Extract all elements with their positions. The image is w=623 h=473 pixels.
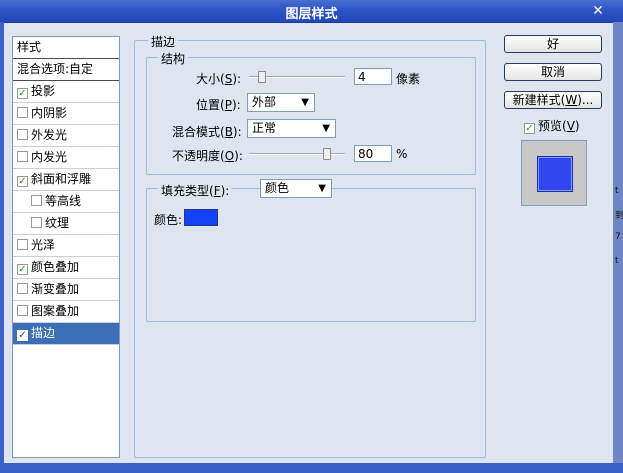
preview-label: 预览(V) xyxy=(538,119,580,133)
structure-group-title: 结构 xyxy=(158,50,189,67)
style-item[interactable]: ✓ 斜面和浮雕 xyxy=(13,169,119,191)
style-item-label: 内阴影 xyxy=(31,106,68,120)
color-label: 颜色: xyxy=(154,213,183,227)
preview-swatch xyxy=(538,157,572,191)
background-text: t xyxy=(615,256,619,266)
chevron-down-icon: ▼ xyxy=(322,123,330,134)
preview-check-icon: ✓ xyxy=(524,123,535,134)
style-item[interactable]: 纹理 xyxy=(13,213,119,235)
style-item-label: 斜面和浮雕 xyxy=(31,172,92,186)
size-slider-thumb[interactable] xyxy=(258,71,266,83)
title-bar: 图层样式 ✕ xyxy=(0,0,623,23)
style-item[interactable]: 等高线 xyxy=(13,191,119,213)
checkbox-icon[interactable] xyxy=(31,195,42,206)
blend-mode-label: 混合模式(B): xyxy=(172,125,242,139)
style-item-label: 外发光 xyxy=(31,128,68,142)
checkbox-checked-icon[interactable]: ✓ xyxy=(17,330,28,341)
style-item[interactable]: 外发光 xyxy=(13,125,119,147)
fill-type-select[interactable]: 颜色 ▼ xyxy=(260,179,332,198)
style-item[interactable]: 光泽 xyxy=(13,235,119,257)
style-item-label: 内发光 xyxy=(31,150,68,164)
styles-list: 样式 混合选项:自定 ✓ 投影 内阴影 外发光 内发光 ✓ 斜面和浮雕 等高线 纹理 光泽 ✓ 颜色叠… xyxy=(12,36,120,458)
checkbox-checked-icon[interactable]: ✓ xyxy=(17,176,28,187)
opacity-slider-thumb[interactable] xyxy=(323,148,331,160)
chevron-down-icon: ▼ xyxy=(318,183,326,194)
checkbox-icon[interactable] xyxy=(17,107,28,118)
style-item[interactable]: 渐变叠加 xyxy=(13,279,119,301)
style-item[interactable]: ✓ 颜色叠加 xyxy=(13,257,119,279)
style-item[interactable]: 内发光 xyxy=(13,147,119,169)
style-item[interactable]: ✓ 投影 xyxy=(13,81,119,103)
blend-mode-select-value: 正常 xyxy=(252,121,277,135)
opacity-label: 不透明度(O): xyxy=(172,149,243,163)
blend-mode-select[interactable]: 正常 ▼ xyxy=(247,119,336,138)
opacity-unit: % xyxy=(396,147,408,161)
style-item-label: 图案叠加 xyxy=(31,304,80,318)
size-label: 大小(S): xyxy=(196,72,242,86)
checkbox-checked-icon[interactable]: ✓ xyxy=(17,264,28,275)
background-text: 7 xyxy=(615,232,621,242)
checkbox-checked-icon[interactable]: ✓ xyxy=(17,88,28,99)
checkbox-icon[interactable] xyxy=(17,305,28,316)
size-unit: 像素 xyxy=(396,72,421,86)
style-item-label: 光泽 xyxy=(31,238,56,252)
checkbox-icon[interactable] xyxy=(31,217,42,228)
style-item[interactable]: ✓ 描边 xyxy=(13,323,119,345)
position-select[interactable]: 外部 ▼ xyxy=(247,93,315,112)
window-title: 图层样式 xyxy=(285,7,338,22)
opacity-input[interactable]: 80 xyxy=(354,145,392,162)
style-item[interactable]: 内阴影 xyxy=(13,103,119,125)
styles-list-header[interactable]: 样式 xyxy=(13,37,119,59)
size-input[interactable]: 4 xyxy=(354,68,392,85)
stroke-group-title: 描边 xyxy=(148,33,179,50)
cancel-button[interactable]: 取消 xyxy=(504,63,602,81)
blend-options-item[interactable]: 混合选项:自定 xyxy=(13,59,119,81)
style-item-label: 颜色叠加 xyxy=(31,260,80,274)
chevron-down-icon: ▼ xyxy=(301,97,309,108)
checkbox-icon[interactable] xyxy=(17,151,28,162)
checkbox-icon[interactable] xyxy=(17,239,28,250)
checkbox-icon[interactable] xyxy=(17,283,28,294)
window-frame-left xyxy=(0,22,4,473)
style-item-label: 纹理 xyxy=(45,216,70,230)
preview-thumbnail xyxy=(521,140,587,206)
style-item-label: 等高线 xyxy=(45,194,82,208)
background-text: 到 xyxy=(615,211,623,221)
window-frame-right xyxy=(613,22,623,473)
fill-type-select-value: 颜色 xyxy=(265,181,290,195)
background-text: t xyxy=(615,186,619,196)
window-frame-bottom xyxy=(0,463,623,473)
style-item[interactable]: 图案叠加 xyxy=(13,301,119,323)
style-item-label: 描边 xyxy=(31,326,56,340)
ok-button[interactable]: 好 xyxy=(504,35,602,53)
fill-type-label: 填充类型(F): xyxy=(158,182,233,199)
style-item-label: 投影 xyxy=(31,84,56,98)
new-style-button[interactable]: 新建样式(W)... xyxy=(504,91,602,109)
checkbox-icon[interactable] xyxy=(17,129,28,140)
position-label: 位置(P): xyxy=(196,98,241,112)
position-select-value: 外部 xyxy=(252,95,277,109)
close-icon[interactable]: ✕ xyxy=(590,3,606,19)
preview-checkbox[interactable]: ✓ 预览(V) xyxy=(524,117,580,134)
style-item-label: 渐变叠加 xyxy=(31,282,80,296)
stroke-color-swatch[interactable] xyxy=(184,209,218,226)
